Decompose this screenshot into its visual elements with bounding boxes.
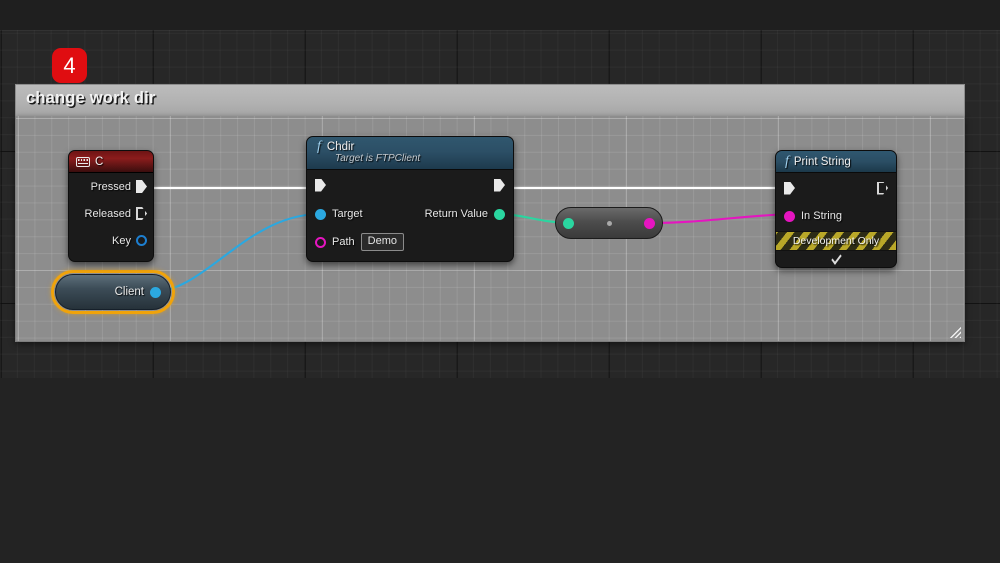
pin-row-key[interactable]: Key: [69, 227, 153, 254]
data-pin-return-value[interactable]: [494, 208, 505, 220]
pin-row-target[interactable]: Target Return Value: [307, 200, 513, 228]
exec-pin-out[interactable]: [494, 179, 505, 192]
node-chdir[interactable]: f Chdir Target is FTPClient Target Retur…: [306, 136, 514, 262]
pin-label-pressed: Pressed: [90, 180, 131, 193]
pin-label-path: Path: [332, 236, 355, 248]
blueprint-graph-canvas[interactable]: change work dir 4 C Pressed Released Key…: [0, 0, 1000, 563]
node-header[interactable]: f Print String: [776, 151, 896, 173]
pin-label-return-value: Return Value: [424, 208, 488, 220]
node-center-dot-icon: [606, 220, 612, 226]
data-pin-target[interactable]: [315, 208, 326, 220]
function-icon: f: [785, 153, 789, 169]
pin-row-released[interactable]: Released: [69, 200, 153, 227]
node-body: Pressed Released Key: [69, 173, 153, 254]
pin-label-target: Target: [332, 208, 363, 220]
data-pin-in-string[interactable]: [784, 210, 795, 222]
data-pin-convert-output[interactable]: [644, 217, 655, 229]
node-body: Target Return Value Path Demo: [307, 170, 513, 256]
resize-handle-icon[interactable]: [948, 325, 961, 338]
node-header[interactable]: C: [69, 151, 153, 173]
comment-title-bar[interactable]: [15, 84, 965, 116]
node-title: Chdir: [326, 141, 355, 153]
pin-row-exec[interactable]: [776, 173, 896, 203]
exec-pin-released[interactable]: [136, 207, 147, 220]
pin-row-in-string[interactable]: In String: [776, 203, 896, 229]
chevron-down-icon: [830, 250, 842, 265]
graph-top-divider: [0, 30, 1000, 31]
keyboard-icon: [76, 156, 90, 167]
node-body: In String Development Only: [776, 173, 896, 267]
pin-label-in-string: In String: [801, 210, 842, 222]
pin-row-exec[interactable]: [307, 170, 513, 200]
data-pin-key[interactable]: [136, 235, 147, 246]
expand-node-button[interactable]: [776, 250, 896, 267]
node-keyboard-event-c[interactable]: C Pressed Released Key: [68, 150, 154, 262]
exec-pin-pressed[interactable]: [136, 180, 147, 193]
node-variable-client[interactable]: Client: [55, 274, 171, 310]
node-print-string[interactable]: f Print String In String Development Onl…: [775, 150, 897, 268]
variable-label-client: Client: [114, 286, 144, 298]
graph-top-dark-strip: [0, 0, 1000, 30]
development-only-label: Development Only: [792, 235, 880, 247]
development-only-band: Development Only: [776, 231, 896, 251]
comment-title[interactable]: change work dir: [26, 89, 156, 108]
node-subtitle: Target is FTPClient: [335, 153, 421, 164]
data-pin-path[interactable]: [315, 236, 326, 248]
graph-lower-fill: [0, 378, 1000, 563]
step-badge: 4: [52, 48, 87, 83]
exec-pin-in[interactable]: [784, 182, 795, 195]
path-input-field[interactable]: Demo: [360, 232, 404, 252]
exec-pin-out[interactable]: [877, 182, 888, 195]
exec-pin-in[interactable]: [315, 179, 326, 192]
pin-label-released: Released: [84, 207, 131, 220]
node-title: Print String: [793, 155, 851, 168]
data-pin-convert-input[interactable]: [563, 217, 574, 229]
data-pin-client-output[interactable]: [150, 286, 161, 298]
pin-row-path[interactable]: Path Demo: [307, 228, 513, 256]
node-header[interactable]: f Chdir Target is FTPClient: [307, 137, 513, 170]
function-icon: f: [317, 139, 321, 154]
pin-label-key: Key: [112, 234, 131, 247]
pin-row-pressed[interactable]: Pressed: [69, 173, 153, 200]
node-convert-bool-to-string[interactable]: [555, 207, 663, 239]
node-title: C: [95, 155, 104, 168]
